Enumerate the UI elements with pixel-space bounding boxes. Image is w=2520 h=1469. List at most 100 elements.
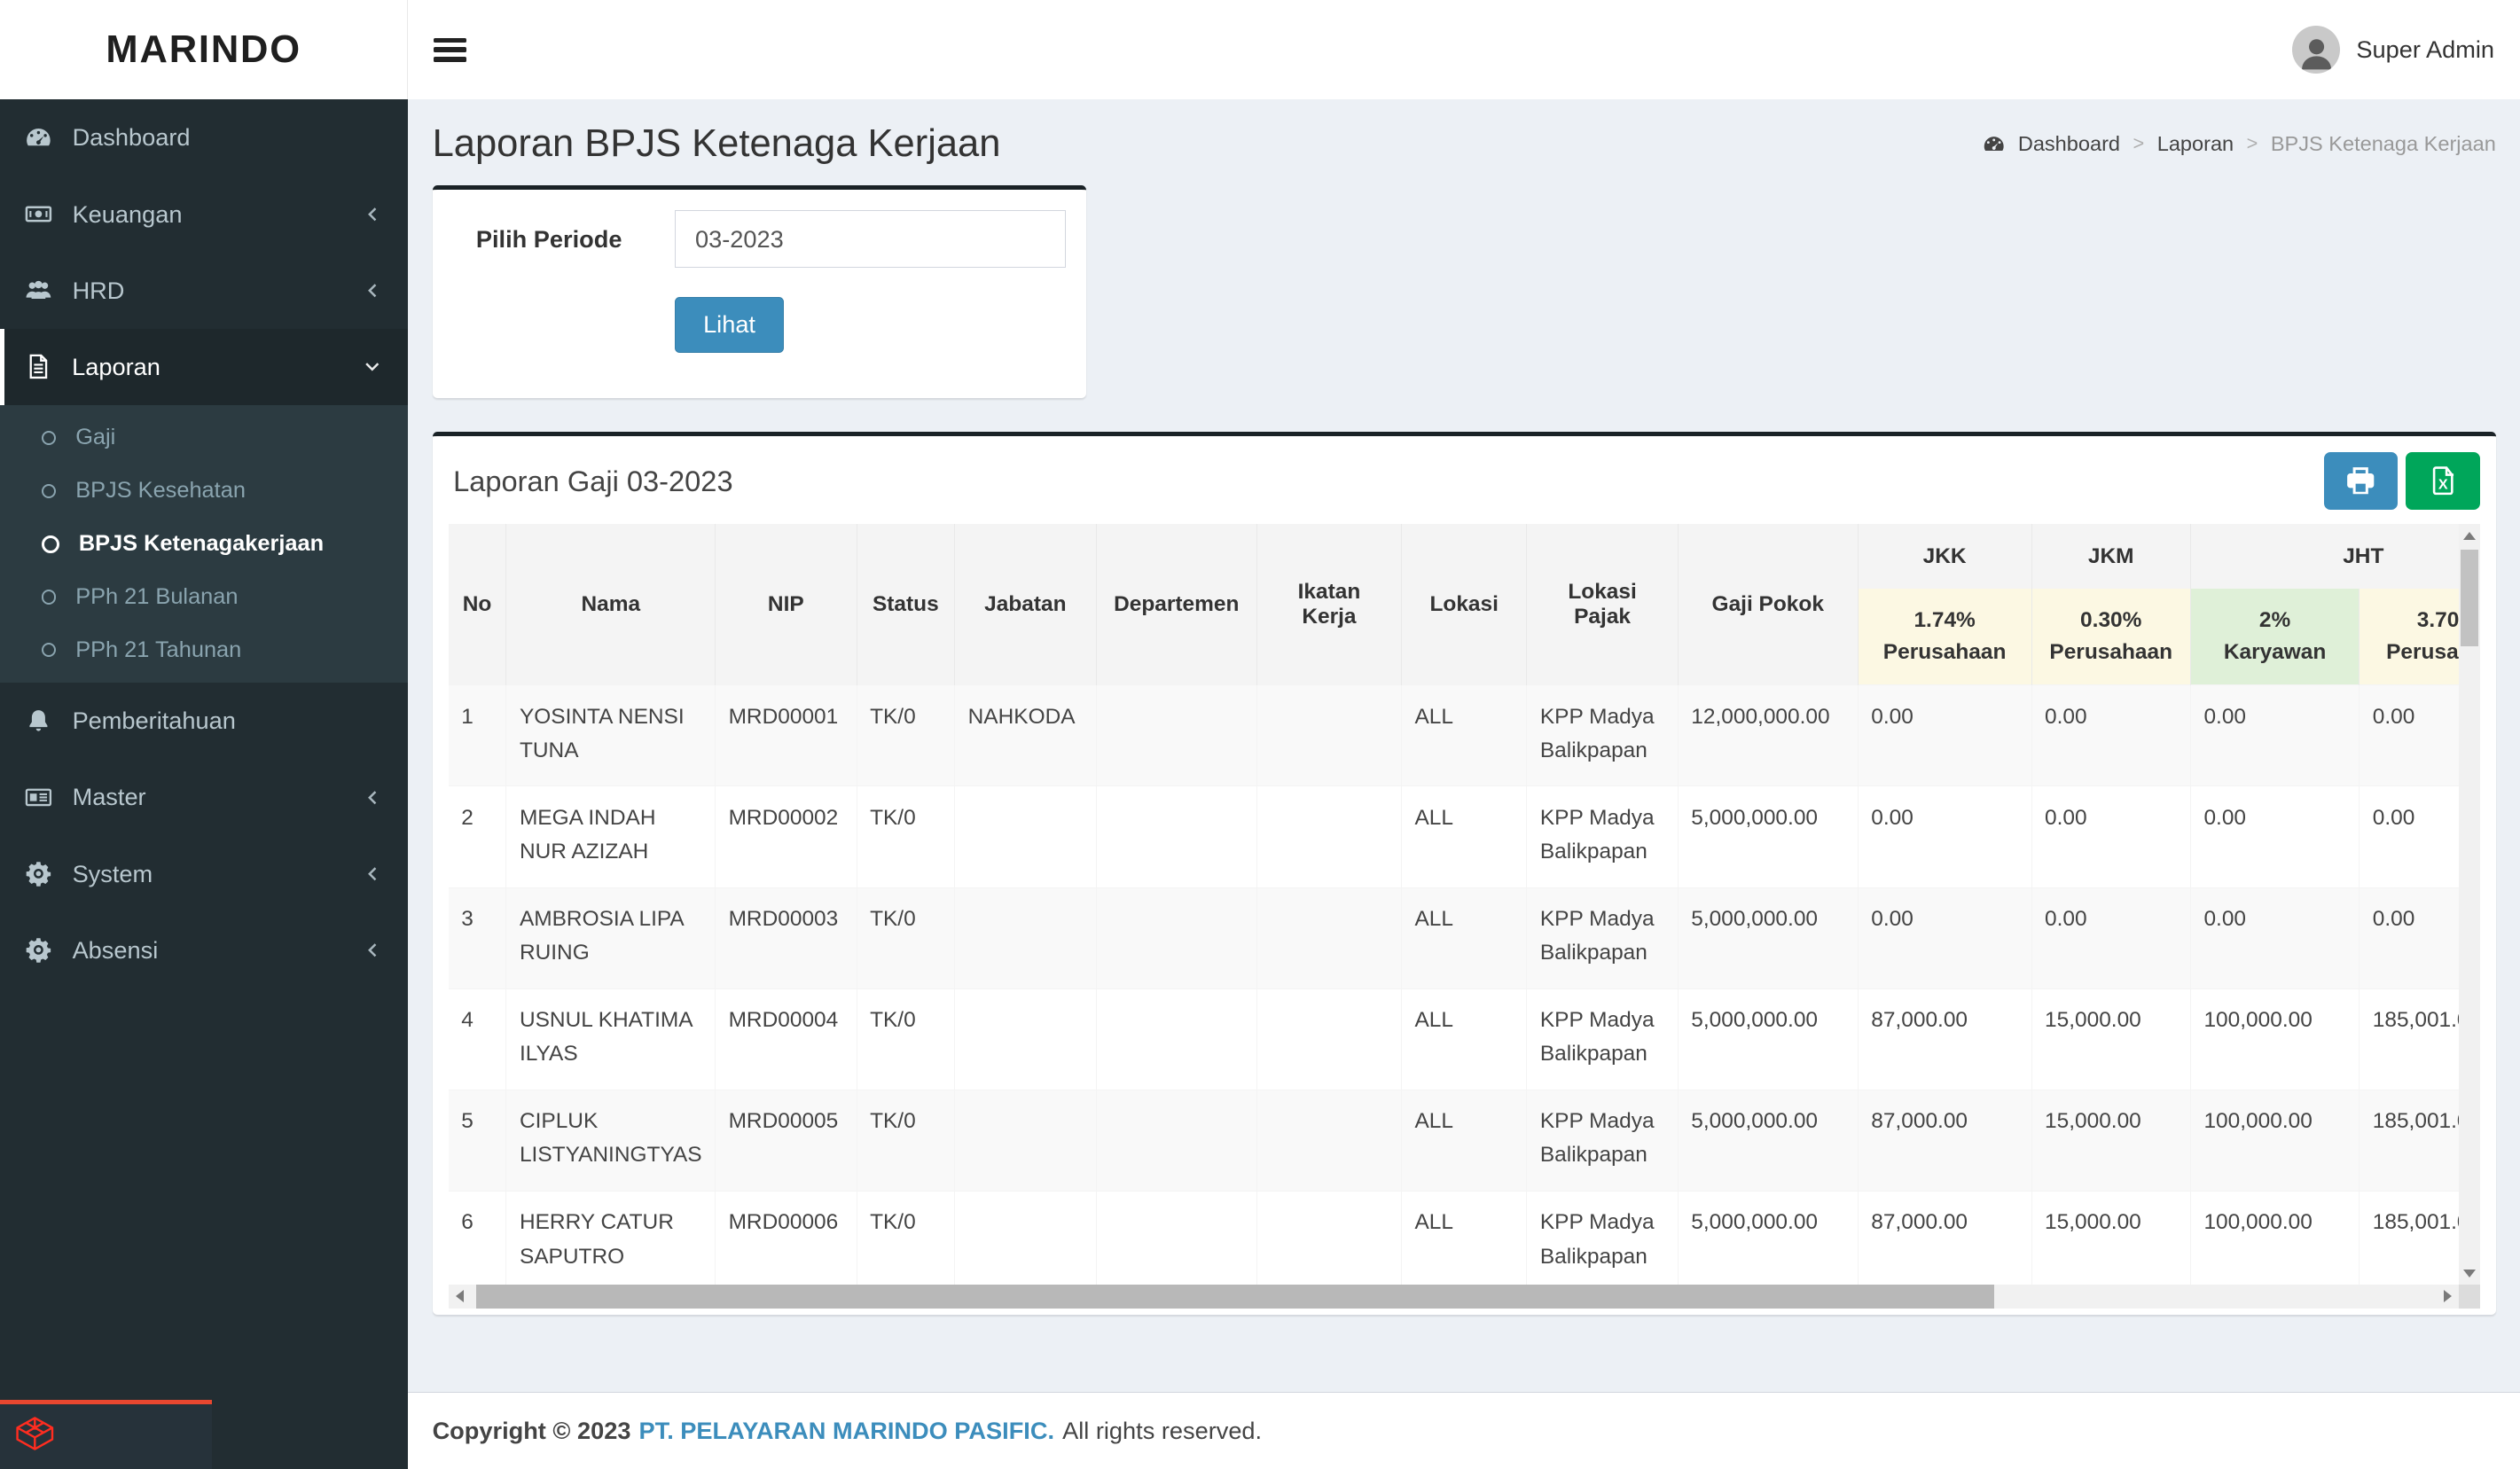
table-cell: 100,000.00 (2190, 1191, 2360, 1285)
subheader-jht-perusahaan: 3.70%Perusahaan (2359, 588, 2460, 685)
sidebar-item-label: Dashboard (72, 123, 191, 152)
brand-logo[interactable]: MARINDO (0, 0, 409, 100)
table-cell: 5,000,000.00 (1678, 1089, 1859, 1192)
sidebar-menu: Dashboard Keuangan HRD Laporan Gaji BPJS… (0, 99, 409, 988)
group-header-jkm: JKM (2031, 524, 2191, 589)
column-header: Status (857, 524, 956, 685)
table-cell (1256, 1089, 1402, 1192)
period-input[interactable] (675, 210, 1066, 269)
circle-icon (42, 643, 57, 658)
column-header: Lokasi (1401, 524, 1528, 685)
scroll-left-arrow[interactable] (449, 1285, 471, 1309)
sidebar-item-pph21-bulanan[interactable]: PPh 21 Bulanan (0, 570, 408, 623)
filter-row: Pilih Periode (451, 210, 1067, 269)
submenu-item-label: BPJS Kesehatan (75, 478, 246, 504)
table-cell (954, 887, 1097, 989)
newspaper-icon (24, 783, 53, 812)
sidebar-item-bpjs-ketenagakerjaan[interactable]: BPJS Ketenagakerjaan (0, 518, 408, 571)
table-cell: ALL (1401, 988, 1528, 1090)
scroll-down-arrow[interactable] (2459, 1262, 2480, 1284)
table-cell: TK/0 (857, 887, 956, 989)
print-button[interactable] (2323, 451, 2399, 511)
export-excel-button[interactable] (2406, 451, 2480, 511)
circle-icon (42, 590, 57, 605)
table-cell: TK/0 (857, 785, 956, 888)
horizontal-scroll-thumb[interactable] (475, 1284, 1995, 1309)
sidebar-item-gaji[interactable]: Gaji (0, 411, 408, 465)
main-area: Super Admin Laporan BPJS Ketenaga Kerjaa… (408, 0, 2520, 1469)
breadcrumb: Dashboard > Laporan > BPJS Ketenaga Kerj… (1983, 132, 2496, 156)
subheader-jkm-perusahaan: 0.30% Perusahaan (2031, 588, 2191, 685)
table-cell: MRD00005 (715, 1089, 857, 1192)
breadcrumb-separator: > (2246, 132, 2258, 155)
users-icon (24, 276, 53, 305)
table-cell (954, 785, 1097, 888)
breadcrumb-dashboard[interactable]: Dashboard (2018, 132, 2120, 156)
column-header: Departemen (1096, 524, 1257, 685)
scroll-up-arrow[interactable] (2459, 524, 2480, 546)
top-navbar: Super Admin (408, 0, 2520, 100)
sidebar-item-hrd[interactable]: HRD (0, 253, 408, 329)
table-cell: 185,001.00 (2359, 1191, 2460, 1285)
table-cell: 3 (448, 887, 507, 989)
filter-actions: Lihat (451, 296, 1067, 353)
sidebar-item-label: Pemberitahuan (72, 707, 236, 735)
report-card: Laporan Gaji 03-2023 No Nama NIP Status … (432, 431, 2496, 1316)
table-cell: ALL (1401, 887, 1528, 989)
breadcrumb-laporan[interactable]: Laporan (2157, 132, 2234, 156)
table-cell: TK/0 (857, 684, 956, 786)
table-cell: 0.00 (1858, 887, 2032, 989)
scroll-right-arrow[interactable] (2437, 1285, 2459, 1309)
sidebar-item-label: System (72, 859, 153, 887)
group-header-jkk: JKK (1858, 524, 2032, 589)
table-cell: 5 (448, 1089, 507, 1192)
vertical-scrollbar[interactable] (2459, 524, 2480, 1285)
sidebar-item-bpjs-kesehatan[interactable]: BPJS Kesehatan (0, 465, 408, 518)
app-window: MARINDO Dashboard Keuangan HRD Laporan G… (0, 0, 2520, 1469)
tachometer-icon (24, 123, 53, 152)
table-cell (1096, 1089, 1257, 1192)
table-cell: 87,000.00 (1858, 988, 2032, 1090)
table-cell: 15,000.00 (2031, 988, 2191, 1090)
company-link[interactable]: PT. PELAYARAN MARINDO PASIFIC. (639, 1417, 1055, 1445)
table-cell: ALL (1401, 684, 1528, 786)
table-cell: YOSINTA NENSI TUNA (505, 684, 716, 786)
table-cell: TK/0 (857, 1089, 956, 1192)
table-cell (954, 1089, 1097, 1192)
dashboard-icon (1983, 133, 2005, 155)
period-label: Pilih Periode (475, 224, 622, 253)
sidebar-item-laporan[interactable]: Laporan (0, 328, 409, 405)
sidebar-item-keuangan[interactable]: Keuangan (0, 176, 408, 252)
sidebar-item-pph21-tahunan[interactable]: PPh 21 Tahunan (0, 623, 408, 676)
table-cell: 185,001.00 (2359, 988, 2460, 1090)
table-cell: 6 (448, 1191, 507, 1285)
table-cell: 5,000,000.00 (1678, 988, 1859, 1090)
table-cell: KPP Madya Balikpapan (1526, 785, 1679, 888)
table-cell: KPP Madya Balikpapan (1526, 887, 1679, 989)
vertical-scroll-thumb[interactable] (2460, 550, 2478, 647)
sidebar-submenu-wrap: Gaji BPJS Kesehatan BPJS Ketenagakerjaan… (0, 404, 409, 684)
circle-icon (42, 430, 57, 446)
sidebar-item-dashboard[interactable]: Dashboard (0, 99, 408, 176)
table-cell: 0.00 (2359, 785, 2460, 888)
table-cell: MRD00004 (715, 988, 857, 1090)
table-cell: 100,000.00 (2190, 988, 2360, 1090)
sidebar-item-pemberitahuan[interactable]: Pemberitahuan (0, 683, 408, 759)
submenu-item-label: Gaji (75, 425, 116, 450)
chevron-left-icon (362, 786, 384, 809)
table-cell: 5,000,000.00 (1678, 785, 1859, 888)
lihat-button[interactable]: Lihat (675, 296, 784, 353)
sidebar-item-master[interactable]: Master (0, 759, 408, 835)
user-menu[interactable]: Super Admin (2291, 26, 2494, 74)
sidebar-item-absensi[interactable]: Absensi (0, 912, 408, 988)
table-cell: 5,000,000.00 (1678, 1191, 1859, 1285)
period-filter-card: Pilih Periode Lihat (432, 184, 1087, 398)
sidebar-item-system[interactable]: System (0, 836, 408, 912)
sidebar-item-label: HRD (72, 276, 125, 304)
horizontal-scrollbar[interactable] (448, 1284, 2460, 1309)
table-cell (1256, 785, 1402, 888)
table-cell: 0.00 (1858, 684, 2032, 786)
bell-icon (24, 707, 53, 736)
table-row: 4 USNUL KHATIMA ILYAS MRD00004 TK/0 ALL KPP M… (448, 988, 2460, 1090)
hamburger-icon[interactable] (434, 37, 466, 62)
